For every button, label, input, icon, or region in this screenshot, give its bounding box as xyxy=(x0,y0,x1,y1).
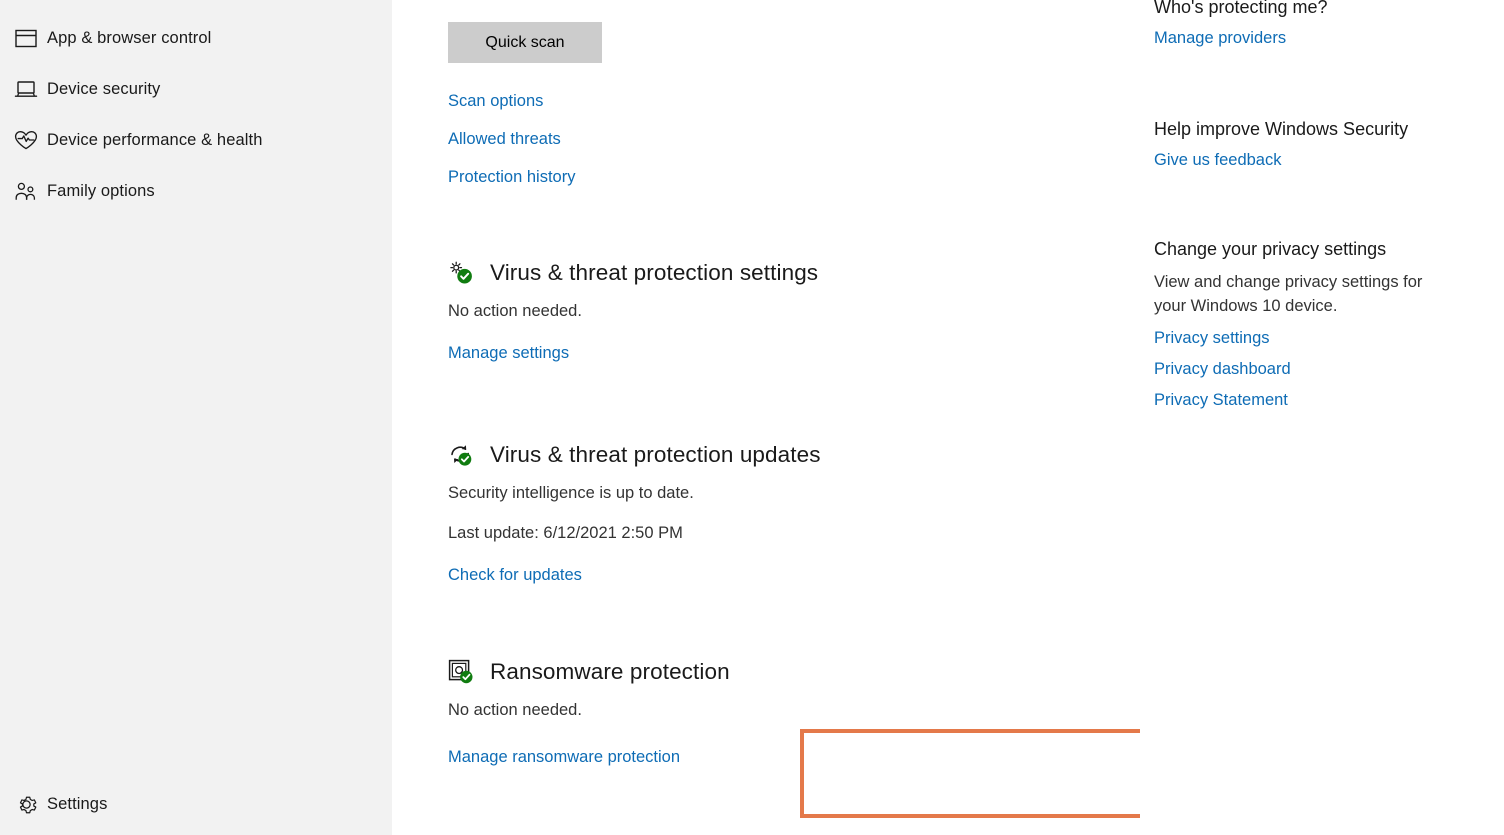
manage-settings-link[interactable]: Manage settings xyxy=(448,344,569,364)
help-improve-block: Help improve Windows Security Give us fe… xyxy=(1154,118,1484,182)
privacy-settings-heading: Change your privacy settings xyxy=(1154,239,1387,259)
sidebar-item-label: Family options xyxy=(47,181,155,200)
right-info-panel: Who's protecting me? Manage providers He… xyxy=(1140,0,1504,835)
ransomware-shield-check-icon xyxy=(448,659,474,685)
section-title: Ransomware protection xyxy=(490,658,730,684)
check-for-updates-link[interactable]: Check for updates xyxy=(448,566,582,586)
section-header: Virus & threat protection updates xyxy=(448,440,821,470)
ransomware-protection-section: Ransomware protection No action needed. … xyxy=(448,657,730,768)
section-status-text: No action needed. xyxy=(448,302,582,320)
protection-history-link[interactable]: Protection history xyxy=(448,168,575,188)
section-title: Virus & threat protection settings xyxy=(490,259,819,285)
privacy-settings-block: Change your privacy settings View and ch… xyxy=(1154,238,1484,422)
give-us-feedback-link[interactable]: Give us feedback xyxy=(1154,151,1484,171)
windows-security-window: App & browser control Device security De… xyxy=(0,0,1504,835)
sidebar-item-app-browser-control[interactable]: App & browser control xyxy=(0,21,392,55)
allowed-threats-link[interactable]: Allowed threats xyxy=(448,130,575,150)
virus-threat-protection-updates-section: Virus & threat protection updates Securi… xyxy=(448,440,821,586)
privacy-dashboard-link[interactable]: Privacy dashboard xyxy=(1154,360,1484,380)
section-status-text: No action needed. xyxy=(448,701,582,719)
gear-icon xyxy=(5,793,47,816)
section-link-wrap: Check for updates xyxy=(448,566,821,586)
who-is-protecting-me-block: Who's protecting me? Manage providers xyxy=(1154,0,1484,60)
privacy-settings-link[interactable]: Privacy settings xyxy=(1154,329,1484,349)
help-improve-heading: Help improve Windows Security xyxy=(1154,119,1409,139)
privacy-statement-link[interactable]: Privacy Statement xyxy=(1154,391,1484,411)
privacy-settings-description: View and change privacy settings for you… xyxy=(1154,273,1423,316)
highlight-rectangle xyxy=(800,729,1174,818)
refresh-check-icon xyxy=(448,442,474,468)
section-status-text: Security intelligence is up to date. xyxy=(448,484,694,502)
device-security-icon xyxy=(5,80,47,99)
manage-providers-link[interactable]: Manage providers xyxy=(1154,29,1484,49)
sidebar: App & browser control Device security De… xyxy=(0,0,392,835)
top-links-group: Scan options Allowed threats Protection … xyxy=(448,92,575,205)
who-is-protecting-me-heading: Who's protecting me? xyxy=(1154,0,1328,17)
section-header: Virus & threat protection settings xyxy=(448,258,818,288)
app-browser-control-icon xyxy=(5,29,47,48)
sidebar-item-device-performance-health[interactable]: Device performance & health xyxy=(0,123,392,157)
scan-options-link[interactable]: Scan options xyxy=(448,92,575,112)
sidebar-item-label: Settings xyxy=(47,794,108,813)
sidebar-item-family-options[interactable]: Family options xyxy=(0,174,392,208)
sidebar-item-label: Device performance & health xyxy=(47,130,263,149)
sidebar-item-device-security[interactable]: Device security xyxy=(0,72,392,106)
section-link-wrap: Manage settings xyxy=(448,344,818,364)
section-link-wrap: Manage ransomware protection xyxy=(448,748,730,768)
sidebar-nav-list: App & browser control Device security De… xyxy=(0,0,392,208)
quick-scan-button[interactable]: Quick scan xyxy=(448,22,602,63)
gears-check-icon xyxy=(448,260,474,286)
manage-ransomware-protection-link[interactable]: Manage ransomware protection xyxy=(448,748,680,768)
heart-pulse-icon xyxy=(5,130,47,151)
sidebar-item-settings[interactable]: Settings xyxy=(0,787,392,821)
virus-threat-protection-settings-section: Virus & threat protection settings No ac… xyxy=(448,258,818,364)
sidebar-item-label: Device security xyxy=(47,79,161,98)
section-title: Virus & threat protection updates xyxy=(490,441,821,467)
main-content: Quick scan Scan options Allowed threats … xyxy=(392,0,1504,835)
sidebar-footer: Settings xyxy=(0,787,392,821)
family-people-icon xyxy=(5,181,47,202)
sidebar-item-label: App & browser control xyxy=(47,28,212,47)
section-header: Ransomware protection xyxy=(448,657,730,687)
section-last-update-text: Last update: 6/12/2021 2:50 PM xyxy=(448,524,683,543)
